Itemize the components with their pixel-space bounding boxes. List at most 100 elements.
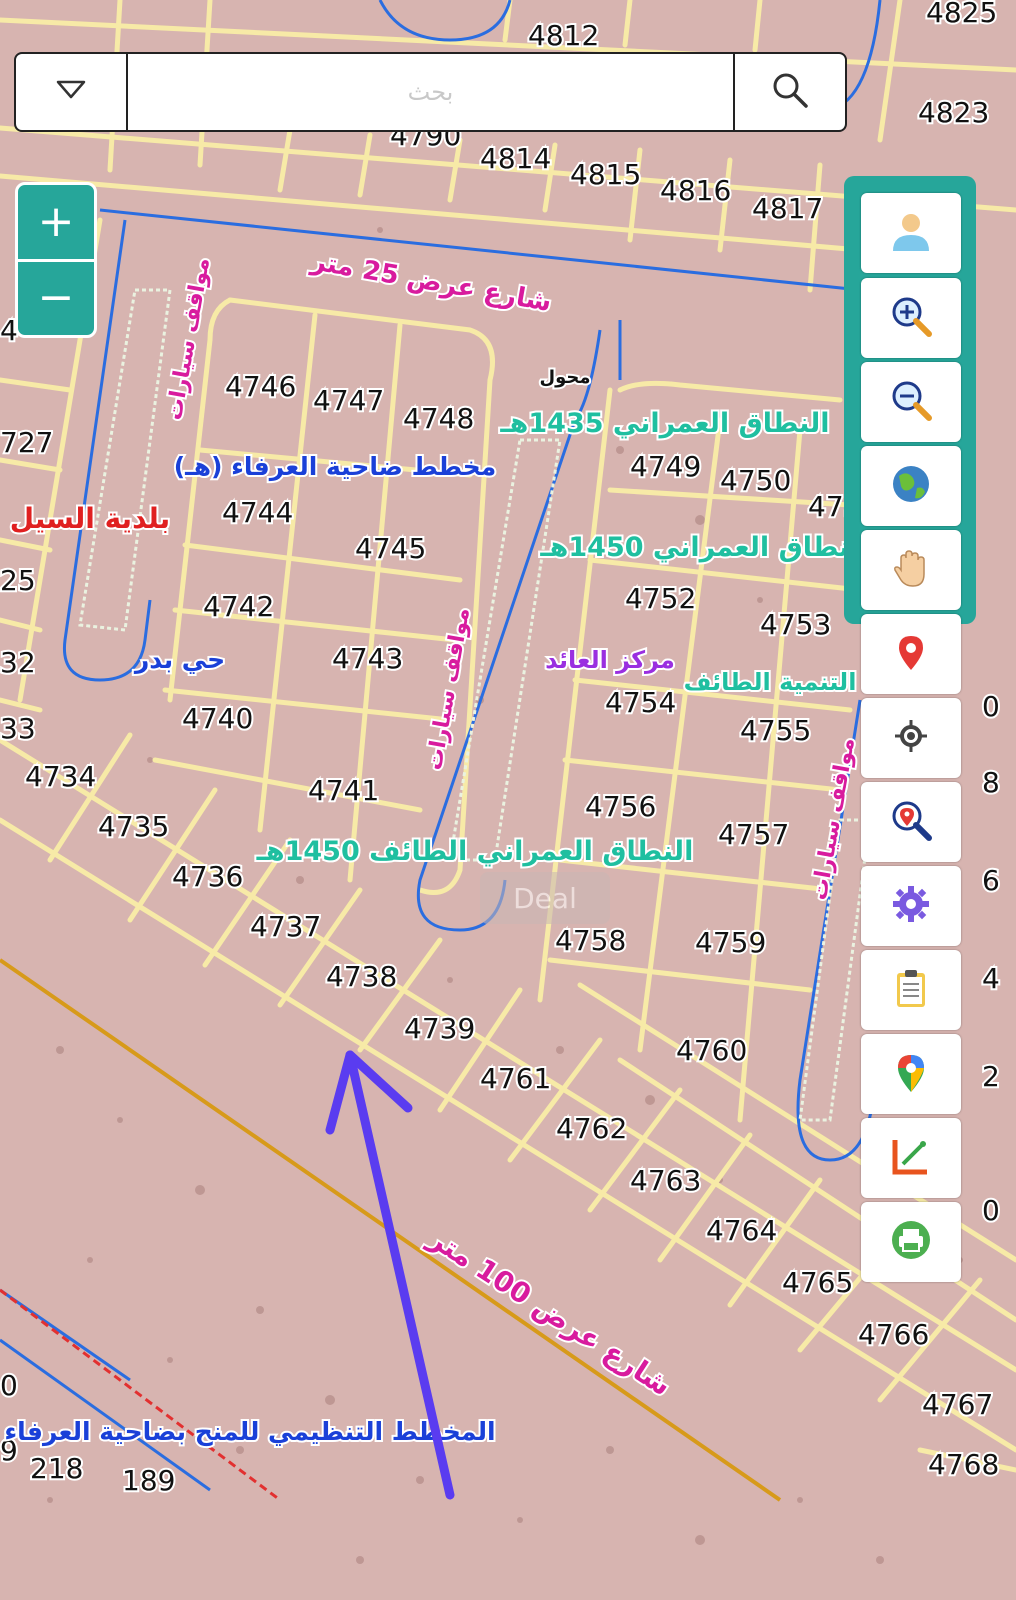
zoom-control: + − [15,182,97,338]
urban-1435-label: النطاق العمراني 1435هـ [499,408,829,439]
plot-number: 8 [982,766,1000,799]
settings-gear-icon [889,882,933,931]
settings-button[interactable] [861,866,961,946]
plot-number: 4816 [660,174,731,207]
plot-number: 0 [982,1194,1000,1227]
plot-number: 33 [0,712,36,745]
locate-me-icon [889,714,933,763]
plot-number: 4758 [555,924,626,957]
plot-number: 4762 [556,1112,627,1145]
plot-number: 4767 [922,1388,993,1421]
plot-number: 4817 [752,192,823,225]
globe-icon [889,462,933,511]
print-button[interactable] [861,1202,961,1282]
baladiya-label: بلدية السيل [10,502,170,535]
pan-button[interactable] [861,530,961,610]
plot-number: 4825 [926,0,997,29]
plot-number: 2 [982,1060,1000,1093]
print-icon [889,1218,933,1267]
plot-number: 4754 [605,686,676,719]
plot-number: 4747 [313,384,384,417]
transformer-label: محول [539,367,590,388]
plot-number: 4814 [480,142,551,175]
plot-number: 4749 [630,450,701,483]
search-bar [14,52,847,132]
search-dropdown[interactable] [16,54,128,130]
plot-number: 4745 [355,532,426,565]
plot-number: 4760 [676,1034,747,1067]
plot-number: 189 [122,1464,175,1497]
plot-number: 4812 [528,19,599,52]
zoom-in-tool-button[interactable] [861,278,961,358]
plot-number: 4766 [858,1318,929,1351]
plot-number: 4740 [182,702,253,735]
plot-number: 4744 [222,496,293,529]
zoom-in-button[interactable]: + [18,185,94,262]
svg-text:Deal: Deal [513,882,577,915]
search-icon [770,70,810,115]
google-maps-button[interactable] [861,1034,961,1114]
plot-number: 0 [982,690,1000,723]
plot-number: 4815 [570,158,641,191]
plot-number: 32 [0,646,36,679]
search-button[interactable] [733,54,845,130]
plan-arfa-label: مخطط ضاحية العرفاء (هـ) [174,452,497,482]
location-pin-icon [889,630,933,679]
urban-taif-1450-label: النطاق العمراني الطائف 1450هـ [256,836,694,867]
markaz-label: مركز العائد [545,646,675,674]
plot-number: 4763 [630,1164,701,1197]
plot-number: 4736 [172,860,243,893]
measure-icon [889,1134,933,1183]
plot-number: 4741 [308,774,379,807]
plot-number: 4748 [403,402,474,435]
chevron-down-icon [56,80,86,105]
plot-number: 4738 [326,960,397,993]
watermark: Deal [480,872,610,924]
zoom-in-icon [889,294,933,343]
plot-number: 4765 [782,1266,853,1299]
plot-number: 4737 [250,910,321,943]
zoom-out-tool-button[interactable] [861,362,961,442]
plot-number: 4734 [25,760,96,793]
plot-number: 4755 [740,714,811,747]
plot-number: 4739 [404,1012,475,1045]
search-location-icon [889,798,933,847]
plot-number: 4757 [718,818,789,851]
clipboard-button[interactable] [861,950,961,1030]
plot-number: 4735 [98,810,169,843]
hand-pan-icon [889,546,933,595]
plot-number: 4756 [585,790,656,823]
plot-number: 4746 [225,370,296,403]
plot-number: 4750 [720,464,791,497]
urban-1450-label: النطاق العمراني 1450هـ [539,532,869,563]
location-pin-button[interactable] [861,614,961,694]
plot-number: 0 [0,1369,18,1402]
tanmiya-label: التنمية الطائف [684,668,857,696]
plot-number: 4759 [695,926,766,959]
plot-number: 4752 [625,582,696,615]
grant-plan-label: المخطط التنظيمي للمنح بضاحية العرفاء [4,1417,495,1447]
user-button[interactable] [861,193,961,273]
zoom-out-button[interactable]: − [18,261,94,335]
plot-number: 4742 [203,590,274,623]
search-input[interactable] [128,54,733,130]
plot-number: 4 [982,962,1000,995]
plot-number: 218 [30,1452,83,1485]
hay-badr-label: حي بدر [133,645,225,674]
search-location-button[interactable] [861,782,961,862]
plot-number: 4753 [760,608,831,641]
locate-me-button[interactable] [861,698,961,778]
plot-number: 6 [982,864,1000,897]
user-icon [889,209,933,258]
plot-number: 4743 [332,642,403,675]
google-maps-icon [889,1050,933,1099]
plot-number: 4768 [928,1448,999,1481]
plot-number: 25 [0,564,36,597]
globe-button[interactable] [861,446,961,526]
plot-number: 4823 [918,96,989,129]
plot-number: 4764 [706,1214,777,1247]
plot-number: 4761 [480,1062,551,1095]
clipboard-icon [889,966,933,1015]
zoom-out-icon [889,378,933,427]
measure-button[interactable] [861,1118,961,1198]
